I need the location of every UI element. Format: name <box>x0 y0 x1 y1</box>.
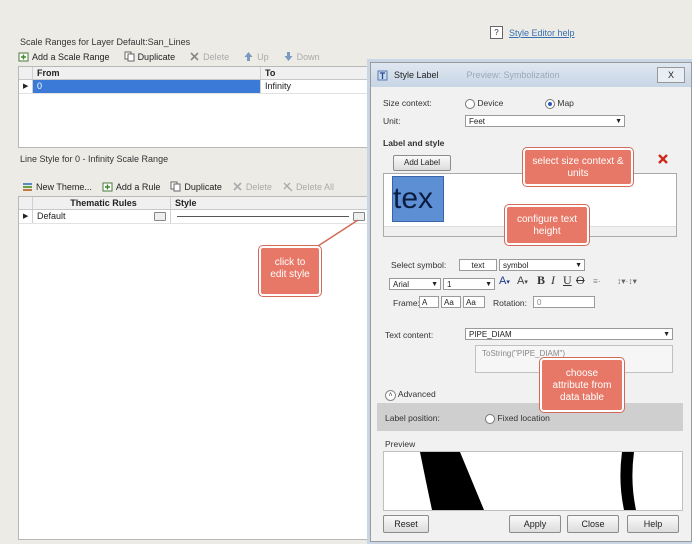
device-radio-icon <box>465 98 475 109</box>
symbol-select[interactable]: symbol ▼ <box>499 259 585 271</box>
remove-label-icon[interactable] <box>657 153 669 165</box>
chevron-down-icon: ▼ <box>431 281 438 288</box>
text-color-icon[interactable]: A▾ <box>499 275 510 287</box>
size-context-label: Size context: <box>383 98 432 108</box>
rotation-label: Rotation: <box>493 298 528 308</box>
label-position-label: Label position: <box>385 413 440 423</box>
text-content-select[interactable]: PIPE_DIAM ▼ <box>465 328 673 340</box>
italic-button[interactable]: I <box>551 273 555 288</box>
halo-color-icon[interactable]: A▾ <box>517 275 528 287</box>
dialog-titlebar: Style Label Preview: Symbolization X <box>371 63 691 87</box>
text-size-input[interactable]: 1 ▼ <box>443 278 495 290</box>
label-and-style-heading: Label and style <box>383 138 445 148</box>
label-preview-tile[interactable]: tex <box>392 176 444 222</box>
text-content-label: Text content: <box>385 330 434 340</box>
chevron-down-icon: ▼ <box>575 262 582 269</box>
frame-box-select[interactable]: Aa <box>463 296 485 308</box>
underline-button[interactable]: U <box>563 273 572 288</box>
chevron-down-icon: ▼ <box>663 331 670 338</box>
preview-graphic <box>420 452 636 510</box>
frame-label: Frame: <box>393 298 420 308</box>
advanced-toggle[interactable]: ˄ Advanced <box>385 389 436 401</box>
callout-attribute: choose attribute from data table <box>540 358 624 412</box>
unit-select[interactable]: Feet ▼ <box>465 115 625 127</box>
frame-outline-select[interactable]: Aa <box>441 296 461 308</box>
callout-text-height: configure text height <box>505 205 589 245</box>
preview-label: Preview <box>385 439 416 449</box>
chevron-down-icon: ▼ <box>485 281 492 288</box>
style-label-dialog: Style Label Preview: Symbolization X Siz… <box>370 62 692 542</box>
rotation-input[interactable]: 0 <box>533 296 595 308</box>
frame-none-select[interactable]: A <box>419 296 439 308</box>
fixed-location-radio-icon <box>485 413 495 424</box>
alignment-icon[interactable]: ≡· <box>593 276 601 286</box>
close-icon[interactable]: X <box>657 67 685 83</box>
close-button[interactable]: Close <box>567 515 619 533</box>
reset-button[interactable]: Reset <box>383 515 429 533</box>
dialog-title: Style Label <box>394 70 439 80</box>
fixed-location-radio[interactable]: Fixed location <box>485 413 550 424</box>
select-symbol-label: Select symbol: <box>391 260 447 270</box>
dialog-title-hint: Preview: Symbolization <box>466 70 560 80</box>
bold-button[interactable]: B <box>537 273 545 288</box>
strikethrough-button[interactable]: O <box>576 273 585 288</box>
symbol-text-box[interactable]: text <box>459 259 497 271</box>
collapse-icon: ˄ <box>385 390 396 401</box>
device-radio[interactable]: Device <box>465 98 503 109</box>
unit-label: Unit: <box>383 116 401 126</box>
add-label-button[interactable]: Add Label <box>393 155 451 171</box>
advanced-panel: Label position: Fixed location <box>377 403 683 431</box>
map-radio[interactable]: Map <box>545 98 574 109</box>
preview-canvas <box>383 451 683 511</box>
chevron-down-icon: ▼ <box>615 118 622 125</box>
callout-size-units: select size context & units <box>523 148 633 186</box>
callout-edit-style: click to edit style <box>259 246 321 296</box>
help-button[interactable]: Help <box>627 515 679 533</box>
map-radio-icon <box>545 98 555 109</box>
apply-button[interactable]: Apply <box>509 515 561 533</box>
font-select[interactable]: Arial ▼ <box>389 278 441 290</box>
style-label-icon <box>377 70 388 80</box>
spacing-icon[interactable]: ↕▾·↕▾ <box>617 276 637 287</box>
